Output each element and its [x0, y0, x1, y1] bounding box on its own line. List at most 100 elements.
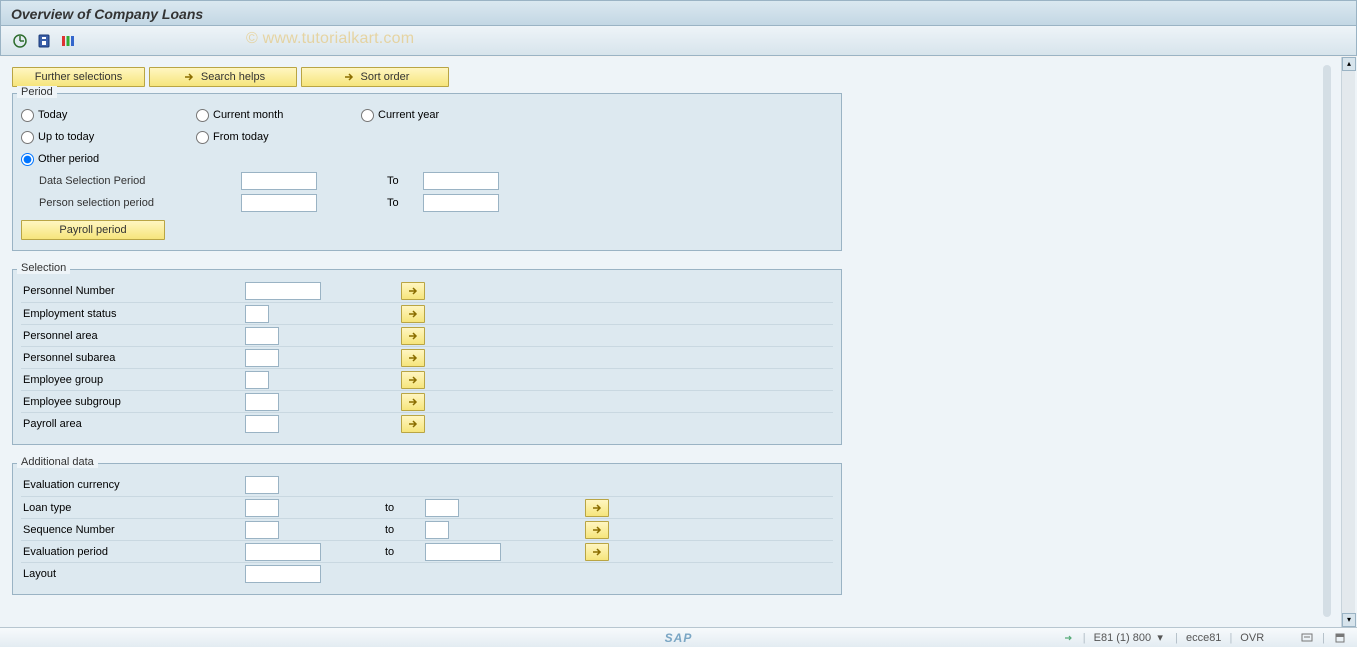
employee_subgroup-multiple-selection-button[interactable] [401, 393, 425, 411]
radio-today[interactable] [21, 109, 34, 122]
additional-data-groupbox: Additional data Evaluation currencyLoan … [12, 463, 842, 595]
variant-icon[interactable] [59, 32, 77, 50]
personnel_subarea-input[interactable] [245, 349, 279, 367]
status-server: ecce81 [1186, 632, 1221, 644]
employee_subgroup-input[interactable] [245, 393, 279, 411]
content-scrollbar[interactable] [1323, 65, 1331, 617]
period-groupbox: Period Today Current month Current year [12, 93, 842, 251]
radio-current-month[interactable] [196, 109, 209, 122]
radio-other-period-label: Other period [38, 153, 99, 165]
sequence_number-to-input[interactable] [425, 521, 449, 539]
personnel_number-label: Personnel Number [21, 285, 245, 297]
person-selection-period-from[interactable] [241, 194, 317, 212]
loan_type-multiple-selection-button[interactable] [585, 499, 609, 517]
data-selection-period-to[interactable] [423, 172, 499, 190]
page-title: Overview of Company Loans [11, 6, 203, 22]
employee_subgroup-label: Employee subgroup [21, 396, 245, 408]
personnel_subarea-multiple-selection-button[interactable] [401, 349, 425, 367]
layout-from-input[interactable] [245, 565, 321, 583]
personnel_number-multiple-selection-button[interactable] [401, 282, 425, 300]
layout-label: Layout [21, 568, 245, 580]
further-selections-button[interactable]: Further selections [12, 67, 145, 87]
scroll-down-icon[interactable]: ▾ [1342, 613, 1356, 627]
additional-row-evaluation_period: Evaluation periodto [21, 540, 833, 562]
layout-icon[interactable] [1333, 631, 1347, 645]
selection-group-title: Selection [17, 262, 70, 274]
nav-arrow-icon[interactable] [1061, 631, 1075, 645]
sequence_number-from-input[interactable] [245, 521, 279, 539]
separator: | [1083, 632, 1086, 644]
radio-from-today-label: From today [213, 131, 269, 143]
personnel_number-input[interactable] [245, 282, 321, 300]
to-label: To [387, 197, 423, 209]
local-layout-icon[interactable] [1300, 631, 1314, 645]
evaluation_currency-from-input[interactable] [245, 476, 279, 494]
data-selection-period-label: Data Selection Period [21, 175, 241, 187]
radio-from-today[interactable] [196, 131, 209, 144]
evaluation_currency-label: Evaluation currency [21, 479, 245, 491]
arrow-right-icon [181, 69, 197, 85]
status-bar: SAP | E81 (1) 800 ▾ | ecce81 | OVR | [0, 627, 1357, 647]
sap-logo: SAP [665, 631, 693, 645]
selection-row-employee_group: Employee group [21, 368, 833, 390]
status-system: E81 (1) 800 [1094, 632, 1151, 644]
employee_group-multiple-selection-button[interactable] [401, 371, 425, 389]
search-helps-label: Search helps [201, 71, 265, 83]
additional-row-sequence_number: Sequence Number to [21, 518, 833, 540]
search-helps-button[interactable]: Search helps [149, 67, 297, 87]
personnel_subarea-label: Personnel subarea [21, 352, 245, 364]
selection-row-employee_subgroup: Employee subgroup [21, 390, 833, 412]
scroll-up-icon[interactable]: ▴ [1342, 57, 1356, 71]
dropdown-icon[interactable]: ▾ [1153, 631, 1167, 645]
evaluation_period-to-input[interactable] [425, 543, 501, 561]
selection-row-personnel_number: Personnel Number [21, 280, 833, 302]
to-label: to [385, 524, 425, 536]
radio-current-year[interactable] [361, 109, 374, 122]
selection-button-row: Further selections Search helps Sort ord… [12, 67, 1345, 87]
execute-icon[interactable] [11, 32, 29, 50]
loan_type-to-input[interactable] [425, 499, 459, 517]
employment_status-label: Employment status [21, 308, 245, 320]
evaluation_period-multiple-selection-button[interactable] [585, 543, 609, 561]
radio-other-period[interactable] [21, 153, 34, 166]
additional-row-layout: Layout [21, 562, 833, 584]
radio-up-to-today[interactable] [21, 131, 34, 144]
employment_status-input[interactable] [245, 305, 269, 323]
payroll_area-label: Payroll area [21, 418, 245, 430]
personnel_area-multiple-selection-button[interactable] [401, 327, 425, 345]
selection-row-employment_status: Employment status [21, 302, 833, 324]
window-title: Overview of Company Loans [0, 0, 1357, 26]
loan_type-label: Loan type [21, 502, 245, 514]
employment_status-multiple-selection-button[interactable] [401, 305, 425, 323]
info-icon[interactable] [35, 32, 53, 50]
sort-order-button[interactable]: Sort order [301, 67, 449, 87]
person-selection-period-label: Person selection period [21, 197, 241, 209]
radio-today-label: Today [38, 109, 67, 121]
employee_group-input[interactable] [245, 371, 269, 389]
selection-row-personnel_subarea: Personnel subarea [21, 346, 833, 368]
personnel_area-label: Personnel area [21, 330, 245, 342]
sequence_number-label: Sequence Number [21, 524, 245, 536]
period-group-title: Period [17, 86, 57, 98]
watermark-text: © www.tutorialkart.com [246, 30, 414, 48]
window-scrollbar[interactable]: ▴ ▾ [1341, 57, 1355, 627]
payroll-period-button[interactable]: Payroll period [21, 220, 165, 240]
radio-current-month-label: Current month [213, 109, 283, 121]
data-selection-period-from[interactable] [241, 172, 317, 190]
payroll_area-input[interactable] [245, 415, 279, 433]
additional-row-evaluation_currency: Evaluation currency [21, 474, 833, 496]
to-label: to [385, 546, 425, 558]
payroll_area-multiple-selection-button[interactable] [401, 415, 425, 433]
sequence_number-multiple-selection-button[interactable] [585, 521, 609, 539]
separator: | [1322, 632, 1325, 644]
evaluation_period-from-input[interactable] [245, 543, 321, 561]
selection-row-payroll_area: Payroll area [21, 412, 833, 434]
loan_type-from-input[interactable] [245, 499, 279, 517]
additional-data-group-title: Additional data [17, 456, 98, 468]
radio-current-year-label: Current year [378, 109, 439, 121]
personnel_area-input[interactable] [245, 327, 279, 345]
person-selection-period-to[interactable] [423, 194, 499, 212]
selection-row-personnel_area: Personnel area [21, 324, 833, 346]
status-mode: OVR [1240, 632, 1264, 644]
employee_group-label: Employee group [21, 374, 245, 386]
